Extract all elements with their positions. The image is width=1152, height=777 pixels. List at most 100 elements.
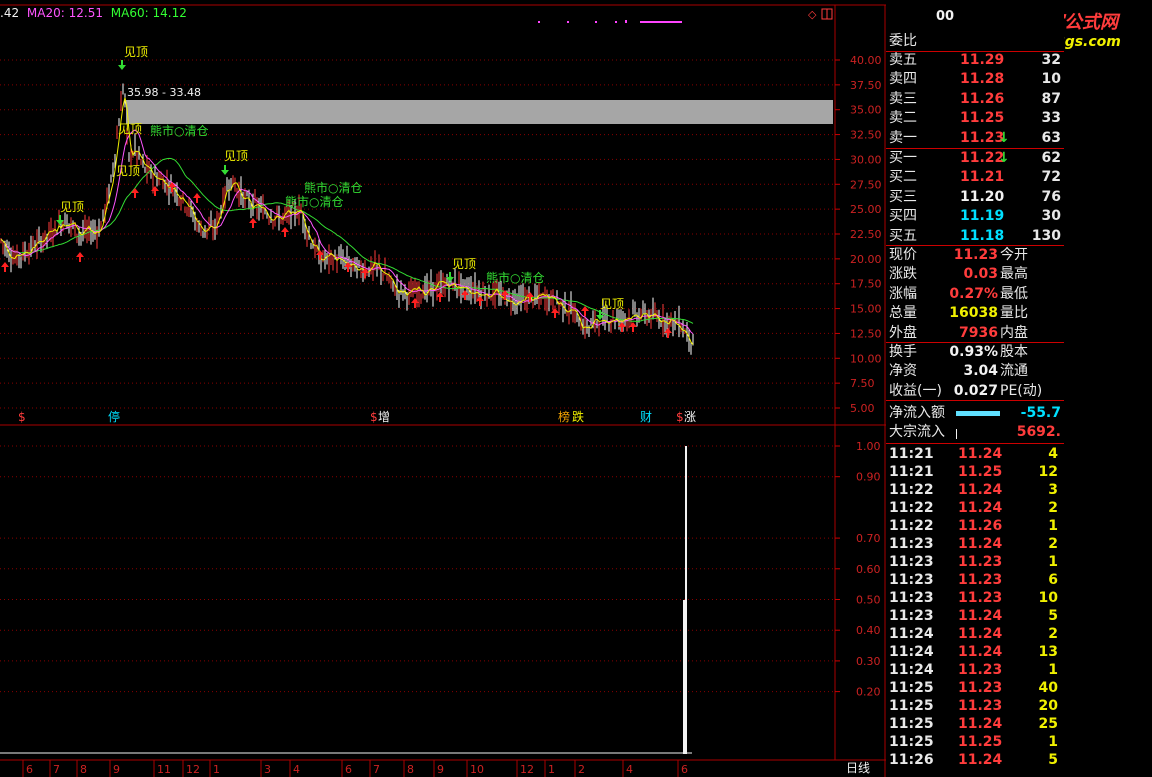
tick-row: 11:23 11.23 1 — [886, 553, 1064, 571]
stat-value: 11.23 — [953, 247, 998, 263]
stat-label-2: 量比 — [1000, 305, 1028, 322]
weibi-row: 委比 — [886, 32, 1064, 51]
ask-price: 11.25 — [960, 110, 1005, 127]
stat2-value: 0.027 — [953, 382, 998, 399]
sub-axis-label: 0.60 — [856, 563, 881, 576]
date-axis-label: 1 — [213, 763, 220, 776]
price-range-box — [126, 100, 833, 124]
tick-time: 11:24 — [889, 644, 934, 660]
date-axis-label: 4 — [293, 763, 300, 776]
bid-row: 买三 11.20 76 — [886, 188, 1064, 207]
tick-time: 11:25 — [889, 698, 934, 714]
bid-volume: 30 — [1041, 208, 1061, 225]
buy-signal-arrow-icon — [551, 308, 559, 318]
tick-time: 11:25 — [889, 716, 934, 732]
signal-dots — [538, 20, 682, 23]
price-axis-label: 25.00 — [850, 203, 882, 216]
tick-row: 11:24 11.23 1 — [886, 661, 1064, 679]
tick-price: 11.24 — [958, 536, 1003, 552]
tick-price: 11.24 — [958, 482, 1003, 498]
tick-row: 11:22 11.24 2 — [886, 499, 1064, 517]
stat-row: 总量 16038 量比 — [886, 304, 1064, 323]
tick-volume: 4 — [1048, 446, 1058, 462]
sub-axis-label: 0.70 — [856, 532, 881, 545]
ma20-line — [0, 129, 694, 335]
ask-volume: 10 — [1041, 71, 1061, 88]
stat2-label-2: PE(动) — [1000, 382, 1043, 399]
date-axis-label: 7 — [53, 763, 60, 776]
tick-volume: 12 — [1038, 464, 1058, 480]
ask-label: 卖五 — [889, 52, 917, 68]
tick-volume: 1 — [1048, 518, 1058, 534]
event-marker[interactable]: 跌 — [572, 409, 584, 424]
tick-volume: 6 — [1048, 572, 1058, 588]
signal-annotation: 熊市○清仓 — [285, 194, 343, 209]
stat2-label: 换手 — [889, 344, 917, 360]
buy-signal-arrow-icon — [249, 218, 257, 228]
buy-signal-arrow-icon — [501, 290, 509, 300]
flow-value: 5692. — [1016, 424, 1061, 441]
event-marker[interactable]: $ — [18, 410, 26, 424]
price-axis-label: 22.50 — [850, 228, 882, 241]
quote-panel: 00 委比 卖五 11.29 32 卖四 11.28 10 卖三 11.26 87 卖二 11.25… — [886, 5, 1064, 777]
tick-price: 11.25 — [958, 464, 1003, 480]
stat-label: 现价 — [889, 247, 917, 263]
ask-volume: 63 — [1041, 129, 1061, 146]
date-axis-label: 3 — [264, 763, 271, 776]
ask-label: 卖一 — [889, 129, 917, 146]
weibi-label: 委比 — [889, 33, 917, 49]
bid-row: 买一 11.22 ↓ 62 — [886, 149, 1064, 168]
diamond-icon[interactable]: ◇ — [808, 8, 817, 21]
bid-arrow-icon: ↓ — [998, 150, 1010, 166]
tick-time: 11:23 — [889, 572, 934, 588]
tick-price: 11.24 — [958, 752, 1003, 768]
event-marker[interactable]: 增 — [378, 410, 390, 424]
signal-annotation: 熊市○清仓 — [486, 270, 544, 285]
bid-label: 买五 — [889, 227, 917, 244]
stat2-value: 0.93% — [949, 344, 998, 360]
event-marker[interactable]: 停 — [108, 409, 120, 424]
stat-label: 涨幅 — [889, 285, 917, 302]
tick-price: 11.23 — [958, 572, 1003, 588]
kline-chart[interactable]: 40.0037.5035.0032.5030.0027.5025.0022.50… — [0, 0, 886, 777]
tick-price: 11.25 — [958, 734, 1003, 750]
buy-signal-arrow-icon — [281, 227, 289, 237]
net-inflow-bar — [956, 411, 1000, 416]
price-axis-label: 15.00 — [850, 303, 882, 316]
price-range-label: 35.98 - 33.48 — [127, 86, 201, 99]
buy-signal-arrow-icon — [581, 306, 589, 316]
event-marker[interactable]: 财 — [640, 410, 652, 424]
date-axis-label: 4 — [626, 763, 633, 776]
signal-annotation: 见顶 — [116, 164, 140, 178]
tick-price: 11.23 — [958, 554, 1003, 570]
tick-volume: 25 — [1038, 716, 1058, 732]
tick-row: 11:23 11.24 2 — [886, 535, 1064, 553]
ask-price: 11.28 — [960, 71, 1005, 88]
ask-row: 卖五 11.29 32 — [886, 51, 1064, 70]
date-axis-label: 7 — [373, 763, 380, 776]
stat-label: 外盘 — [889, 324, 917, 341]
period-label[interactable]: 日线 — [846, 760, 870, 776]
event-marker[interactable]: $ — [676, 410, 684, 424]
date-axis-label: 12 — [186, 763, 200, 776]
tick-time: 11:22 — [889, 500, 934, 516]
tick-row: 11:24 11.24 13 — [886, 643, 1064, 661]
buy-signal-arrow-icon — [193, 193, 201, 203]
price-axis-label: 12.50 — [850, 327, 882, 340]
event-marker[interactable]: 涨 — [684, 409, 696, 424]
tick-volume: 20 — [1038, 698, 1058, 714]
tick-volume: 1 — [1048, 734, 1058, 750]
tick-time: 11:25 — [889, 680, 934, 696]
indicator-spike-bar — [685, 446, 687, 754]
tick-price: 11.23 — [958, 698, 1003, 714]
tick-row: 11:23 11.23 10 — [886, 589, 1064, 607]
tick-volume: 3 — [1048, 482, 1058, 498]
tick-time: 11:22 — [889, 518, 934, 534]
event-marker[interactable]: $ — [370, 410, 378, 424]
stat-value: 7936 — [959, 324, 998, 341]
stat-row: 涨幅 0.27% 最低 — [886, 285, 1064, 304]
tick-time: 11:23 — [889, 590, 934, 606]
event-marker[interactable]: 榜 — [558, 409, 570, 424]
stat-label-2: 内盘 — [1000, 324, 1028, 341]
sell-signal-arrow-icon — [118, 60, 126, 70]
